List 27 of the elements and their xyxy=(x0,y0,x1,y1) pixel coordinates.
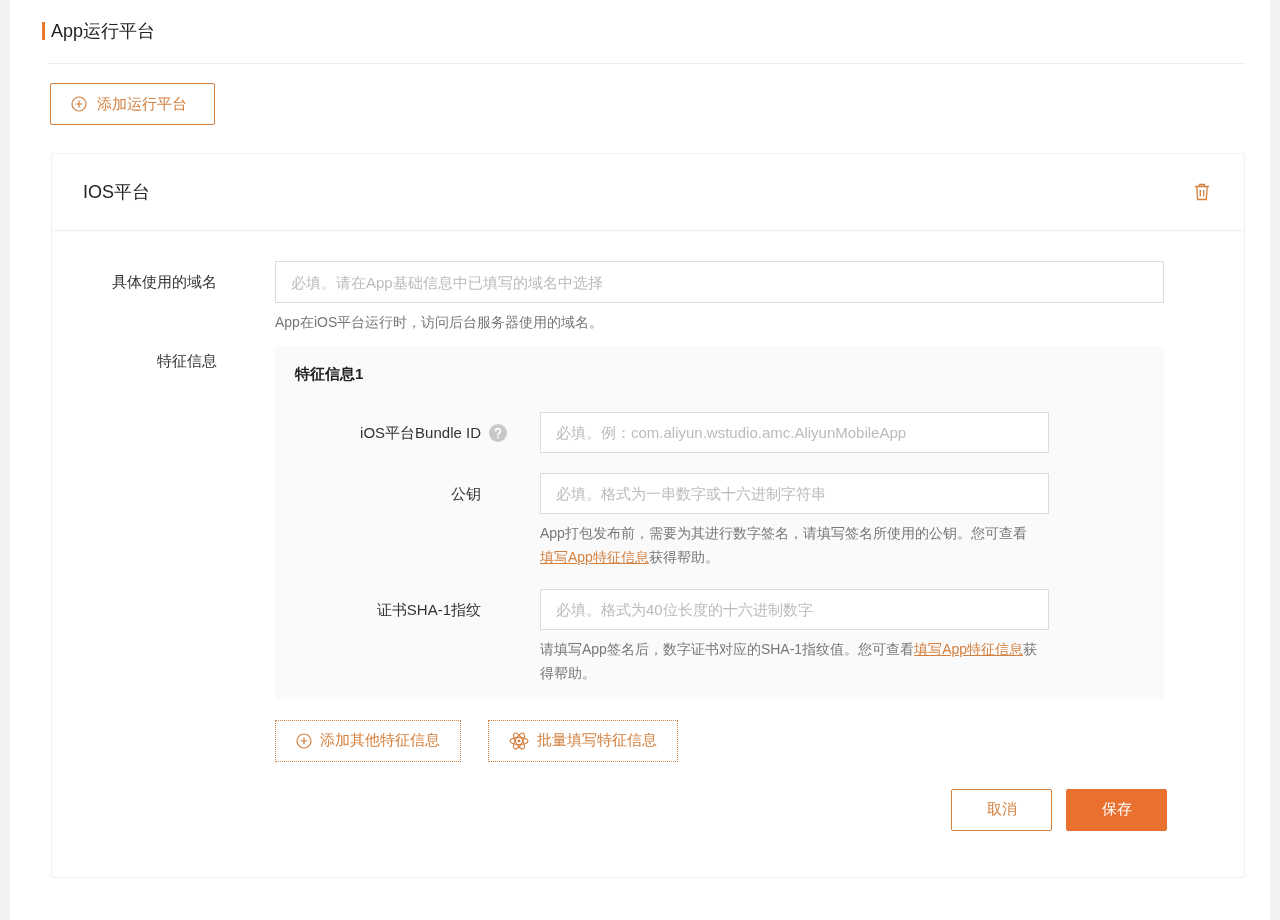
field-label: 特征信息 xyxy=(156,351,217,371)
help-link[interactable]: 填写App特征信息 xyxy=(914,640,1024,657)
cancel-button[interactable]: 取消 xyxy=(951,788,1052,831)
card-title: IOS平台 xyxy=(83,180,150,204)
title-accent-bar xyxy=(42,22,45,40)
add-platform-button[interactable]: 添加运行平台 xyxy=(50,83,215,125)
plus-circle-icon xyxy=(296,732,312,749)
input-field[interactable]: 必填。格式为40位长度的十六进制数字 xyxy=(540,588,1049,630)
atom-icon xyxy=(509,730,529,751)
feature-group-title: 特征信息1 xyxy=(295,364,365,384)
help-text: App在iOS平台运行时，访问后台服务器使用的域名。 xyxy=(275,313,605,332)
input-field[interactable]: 必填。例：com.aliyun.wstudio.amc.AliyunMobileApp xyxy=(540,411,1049,453)
section-title: App运行平台 xyxy=(51,19,156,43)
batch-fill-button[interactable]: 批量填写特征信息 xyxy=(488,719,678,762)
add-feature-button[interactable]: 添加其他特征信息 xyxy=(275,719,461,762)
delete-icon[interactable] xyxy=(1194,183,1210,201)
field-label: 证书SHA-1指纹 xyxy=(376,599,481,620)
help-icon[interactable] xyxy=(489,423,507,442)
field-label: iOS平台Bundle ID xyxy=(360,422,481,443)
domain-input-field[interactable]: 必填。请在App基础信息中已填写的域名中选择 xyxy=(275,261,1164,303)
help-text: App打包发布前，需要为其进行数字签名，请填写签名所使用的公钥。您可查看 填写App特征信息获得帮助。 xyxy=(540,523,1028,567)
plus-circle-icon xyxy=(71,96,87,112)
field-label: 公钥 xyxy=(451,483,481,504)
help-text: 请填写App签名后，数字证书对应的SHA-1指纹值。您可查看填写App特征信息获得帮助。 xyxy=(540,639,1039,683)
field-label: 具体使用的域名 xyxy=(111,272,217,292)
save-button[interactable]: 保存 xyxy=(1066,788,1167,831)
help-link[interactable]: 填写App特征信息 xyxy=(540,548,649,565)
